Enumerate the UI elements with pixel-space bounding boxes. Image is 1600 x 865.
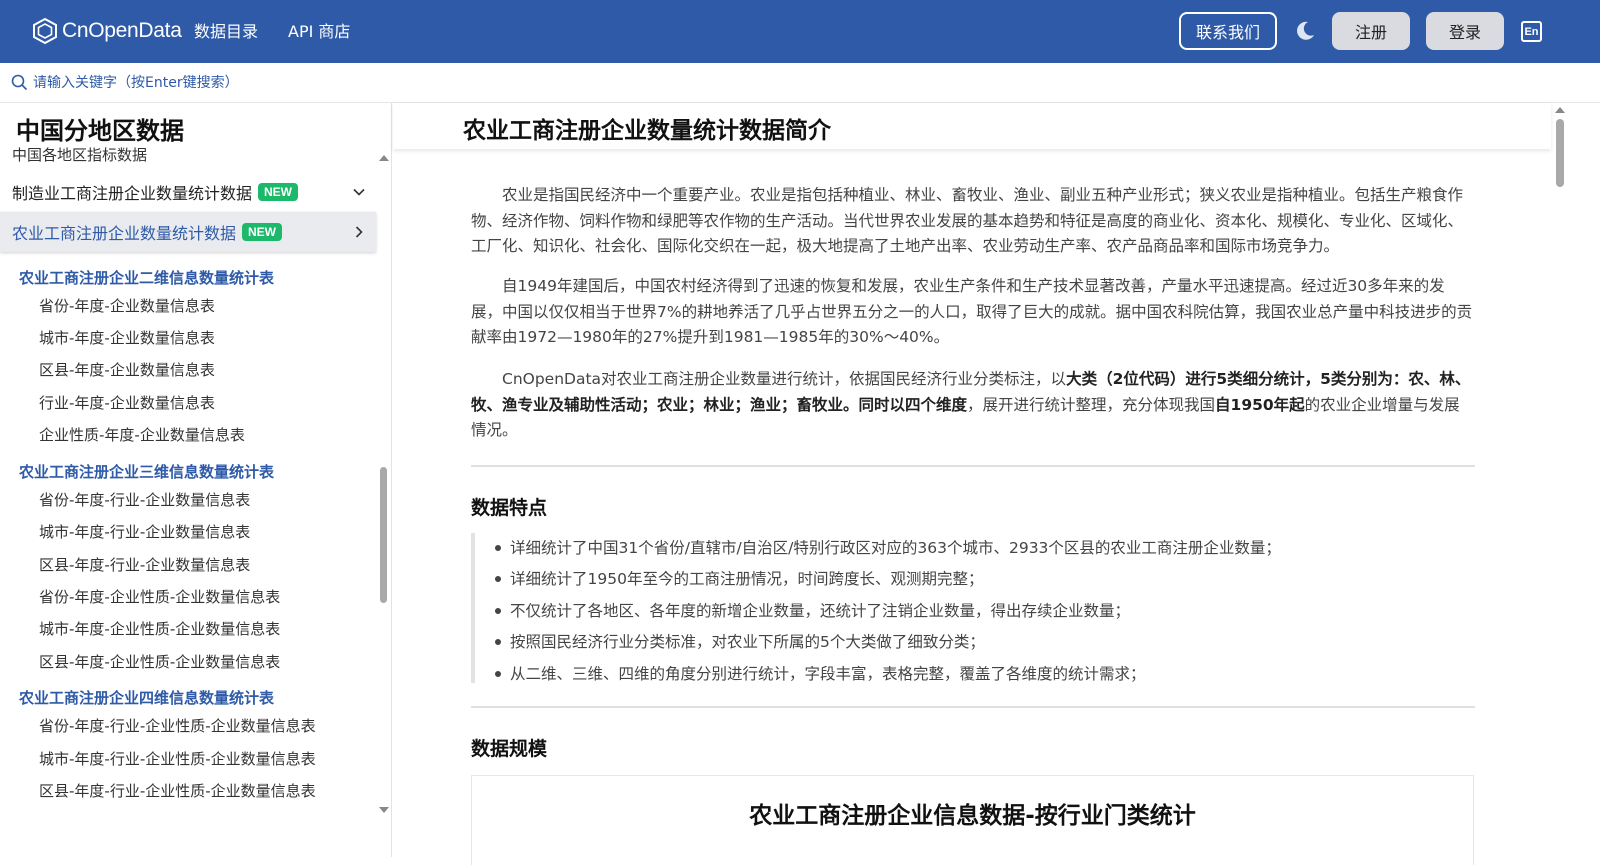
sidebar-item-region-indicators[interactable]: 中国各地区指标数据 [12, 147, 147, 165]
list-item: 详细统计了1950年至今的工商注册情况，时间跨度长、观测期完整； [495, 566, 1475, 597]
new-badge: NEW [258, 183, 299, 201]
features-list: 详细统计了中国31个省份/直辖市/自治区/特别行政区对应的363个城市、2933… [475, 533, 1475, 692]
sidebar-leaf-item[interactable]: 区县-年度-行业-企业数量信息表 [39, 554, 250, 575]
search-input[interactable] [33, 71, 633, 95]
sidebar-item-manufacturing[interactable]: 制造业工商注册企业数量统计数据 NEW [0, 172, 376, 212]
stats-table-card: 农业工商注册企业信息数据-按行业门类统计 [471, 775, 1474, 865]
moon-icon[interactable] [1294, 20, 1316, 42]
para3-bold: 自1950年起 [1215, 395, 1305, 414]
sidebar-leaf-item[interactable]: 区县-年度-企业性质-企业数量信息表 [39, 651, 280, 672]
sidebar-title: 中国分地区数据 [16, 117, 184, 145]
top-navbar: CnOpenData 数据目录 API 商店 联系我们 注册 登录 En [0, 0, 1600, 63]
sidebar-leaf-item[interactable]: 城市-年度-企业性质-企业数量信息表 [39, 618, 280, 639]
chevron-right-icon[interactable] [352, 225, 366, 239]
nav-data-catalog[interactable]: 数据目录 [194, 21, 258, 43]
sidebar-leaf-item[interactable]: 省份-年度-行业-企业性质-企业数量信息表 [39, 715, 316, 736]
nav-api-store[interactable]: API 商店 [288, 21, 350, 43]
list-item: 不仅统计了各地区、各年度的新增企业数量，还统计了注销企业数量，得出存续企业数量； [495, 598, 1475, 629]
sidebar-group-4d[interactable]: 农业工商注册企业四维信息数量统计表 [19, 687, 274, 708]
sidebar-item-agriculture[interactable]: 农业工商注册企业数量统计数据 NEW [0, 212, 376, 252]
intro-paragraph-3: CnOpenData对农业工商注册企业数量进行统计，依据国民经济行业分类标注，以… [471, 367, 1475, 444]
sidebar-group-3d[interactable]: 农业工商注册企业三维信息数量统计表 [19, 461, 274, 482]
language-toggle-icon[interactable]: En [1521, 21, 1542, 42]
main-header: 农业工商注册企业数量统计数据简介 [393, 103, 1551, 149]
divider [471, 465, 1475, 467]
sidebar-item-label: 制造业工商注册企业数量统计数据 [12, 184, 253, 203]
page-title: 农业工商注册企业数量统计数据简介 [463, 118, 831, 144]
search-bar [0, 63, 1600, 103]
search-icon [11, 74, 28, 91]
main-scrollbar-thumb[interactable] [1556, 119, 1564, 187]
logo[interactable]: CnOpenData [32, 16, 182, 46]
para3-text: ，展开进行统计整理，充分体现我国 [967, 395, 1216, 414]
sidebar-leaf-item[interactable]: 省份-年度-企业数量信息表 [39, 295, 215, 316]
sidebar-leaf-item[interactable]: 城市-年度-行业-企业数量信息表 [39, 521, 250, 542]
login-button[interactable]: 登录 [1426, 12, 1504, 50]
register-button[interactable]: 注册 [1332, 12, 1410, 50]
sidebar-leaf-item[interactable]: 省份-年度-企业性质-企业数量信息表 [39, 586, 280, 607]
list-item: 从二维、三维、四维的角度分别进行统计，字段丰富，表格完整，覆盖了各维度的统计需求… [495, 661, 1475, 692]
para3-text: CnOpenData对农业工商注册企业数量进行统计，依据国民经济行业分类标注，以 [502, 370, 1067, 388]
sidebar-scroll-area[interactable]: 中国各地区指标数据 制造业工商注册企业数量统计数据 NEW 农业工商注册企业数量… [0, 143, 391, 857]
divider [471, 706, 1475, 708]
features-blockquote: 详细统计了中国31个省份/直辖市/自治区/特别行政区对应的363个城市、2933… [471, 533, 1475, 683]
list-item: 按照国民经济行业分类标准，对农业下所属的5个大类做了细致分类； [495, 629, 1475, 660]
intro-paragraph-2: 自1949年建国后，中国农村经济得到了迅速的恢复和发展，农业生产条件和生产技术显… [471, 277, 1473, 346]
main-scroll-up-icon[interactable] [1555, 107, 1565, 113]
sidebar-leaf-item[interactable]: 城市-年度-企业数量信息表 [39, 327, 215, 348]
sidebar-leaf-item[interactable]: 行业-年度-企业数量信息表 [39, 392, 215, 413]
scale-heading: 数据规模 [471, 738, 548, 760]
sidebar-leaf-item[interactable]: 省份-年度-行业-企业数量信息表 [39, 489, 250, 510]
sidebar-group-2d[interactable]: 农业工商注册企业二维信息数量统计表 [19, 267, 274, 288]
sidebar-item-label: 农业工商注册企业数量统计数据 [12, 224, 237, 243]
contact-us-button[interactable]: 联系我们 [1179, 12, 1277, 50]
sidebar: 中国分地区数据 中国各地区指标数据 制造业工商注册企业数量统计数据 NEW 农业… [0, 103, 392, 857]
list-item: 详细统计了中国31个省份/直辖市/自治区/特别行政区对应的363个城市、2933… [495, 535, 1475, 566]
intro-paragraph-1: 农业是指国民经济中一个重要产业。农业是指包括种植业、林业、畜牧业、渔业、副业五种… [471, 186, 1464, 255]
table-title: 农业工商注册企业信息数据-按行业门类统计 [749, 803, 1196, 829]
features-heading: 数据特点 [471, 497, 548, 519]
sidebar-leaf-item[interactable]: 城市-年度-行业-企业性质-企业数量信息表 [39, 748, 316, 769]
new-badge: NEW [242, 223, 283, 241]
sidebar-scroll-down-icon[interactable] [379, 807, 389, 813]
logo-text: CnOpenData [62, 19, 182, 42]
sidebar-scroll-up-icon[interactable] [379, 155, 389, 161]
sidebar-leaf-item[interactable]: 区县-年度-行业-企业性质-企业数量信息表 [39, 780, 316, 801]
sidebar-leaf-item[interactable]: 区县-年度-企业数量信息表 [39, 359, 215, 380]
hexagon-logo-icon [33, 17, 57, 45]
sidebar-leaf-item[interactable]: 企业性质-年度-企业数量信息表 [39, 424, 245, 445]
chevron-down-icon[interactable] [352, 185, 366, 199]
sidebar-scrollbar-thumb[interactable] [380, 467, 387, 603]
